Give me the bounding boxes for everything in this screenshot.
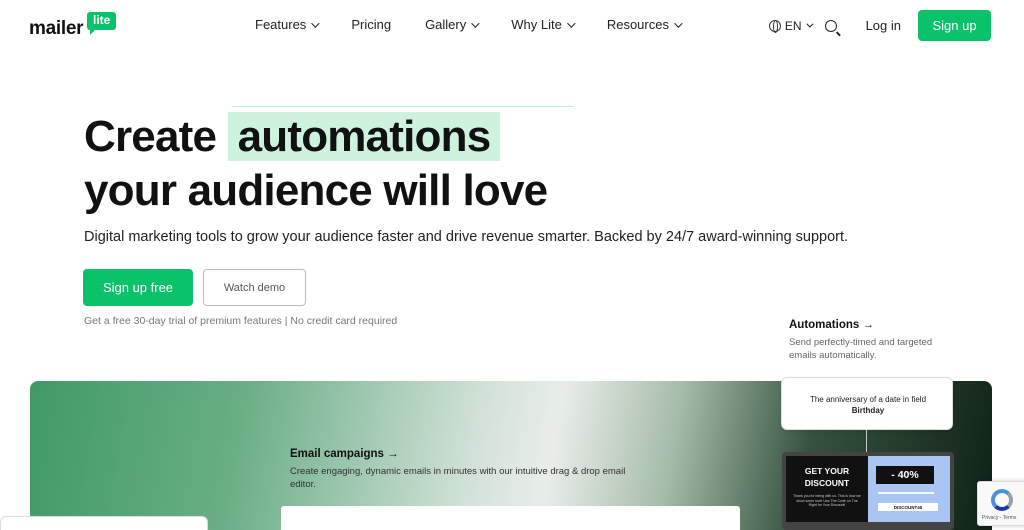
automations-description: Send perfectly-timed and targeted emails… [789,337,933,361]
chevron-down-icon [805,20,814,28]
hero-title-prefix: Create [84,112,217,161]
hero-title-highlight: automations [227,112,501,161]
hero-subtitle: Digital marketing tools to grow your aud… [84,229,849,245]
promo-divider [878,492,934,494]
email-campaigns-description: Create engaging, dynamic emails in minut… [290,466,626,490]
main-menu: Features Pricing Gallery Why Lite Resour… [255,17,714,32]
search-icon[interactable] [824,19,837,32]
promo-right-panel: - 40% DISCOUNT40 [868,456,950,522]
nav-item-label: Features [255,17,307,32]
recaptcha-text: Privacy - Terms [982,515,1017,521]
nav-item-features[interactable]: Features [255,17,320,32]
chevron-down-icon [674,18,683,28]
top-navigation: mailer lite Features Pricing Gallery Why… [0,0,1024,52]
promo-code: DISCOUNT40 [878,503,938,511]
trigger-description: The anniversary of a date in field [809,395,927,404]
chevron-down-icon [311,18,320,28]
nav-item-label: Why Lite [511,17,562,32]
trial-note: Get a free 30-day trial of premium featu… [84,315,398,327]
watch-demo-button[interactable]: Watch demo [203,269,306,306]
promo-headline-line2: DISCOUNT [804,478,850,488]
language-label: EN [784,18,802,33]
decorative-line [232,106,573,107]
side-preview-card [0,516,208,530]
nav-actions: EN Log in Sign up [768,10,991,41]
promo-percent: - 40% [876,466,934,484]
email-promo-preview: GET YOUR DISCOUNT Thank you for being wi… [782,452,954,530]
promo-headline-line1: GET YOUR [804,466,850,476]
promo-body-text: Thank you for being with us. This is how… [793,494,861,507]
automation-trigger-card: The anniversary of a date in field Birth… [781,377,953,430]
language-selector[interactable]: EN [768,18,814,33]
nav-item-pricing[interactable]: Pricing [351,17,391,32]
trigger-field: Birthday [851,406,885,415]
logo-tag: lite [87,12,117,35]
recaptcha-badge[interactable]: Privacy - Terms [977,481,1024,526]
nav-item-gallery[interactable]: Gallery [425,17,480,32]
nav-item-resources[interactable]: Resources [606,17,683,32]
promo-left-panel: GET YOUR DISCOUNT Thank you for being wi… [786,456,868,522]
flow-connector [866,430,867,452]
recaptcha-icon [991,489,1013,511]
chevron-down-icon [471,18,480,28]
hero-title-line2: your audience will love [84,166,548,215]
trigger-text: The anniversary of a date in field Birth… [782,394,954,416]
logo-wordmark: mailer [29,18,84,39]
promo-headline: GET YOUR DISCOUNT [786,465,868,489]
globe-icon [768,19,781,33]
login-link[interactable]: Log in [866,18,901,33]
signup-button[interactable]: Sign up [918,10,991,41]
email-campaigns-link[interactable]: Email campaigns → [290,448,399,460]
email-editor-preview [281,506,740,530]
nav-item-label: Pricing [351,17,392,32]
signup-free-button[interactable]: Sign up free [83,269,193,306]
automations-link[interactable]: Automations → [789,319,874,331]
hero-title: Create automations your audience will lo… [84,110,548,218]
nav-item-label: Gallery [425,17,467,32]
nav-item-why-lite[interactable]: Why Lite [511,17,576,32]
chevron-down-icon [566,18,576,28]
nav-item-label: Resources [606,17,669,32]
